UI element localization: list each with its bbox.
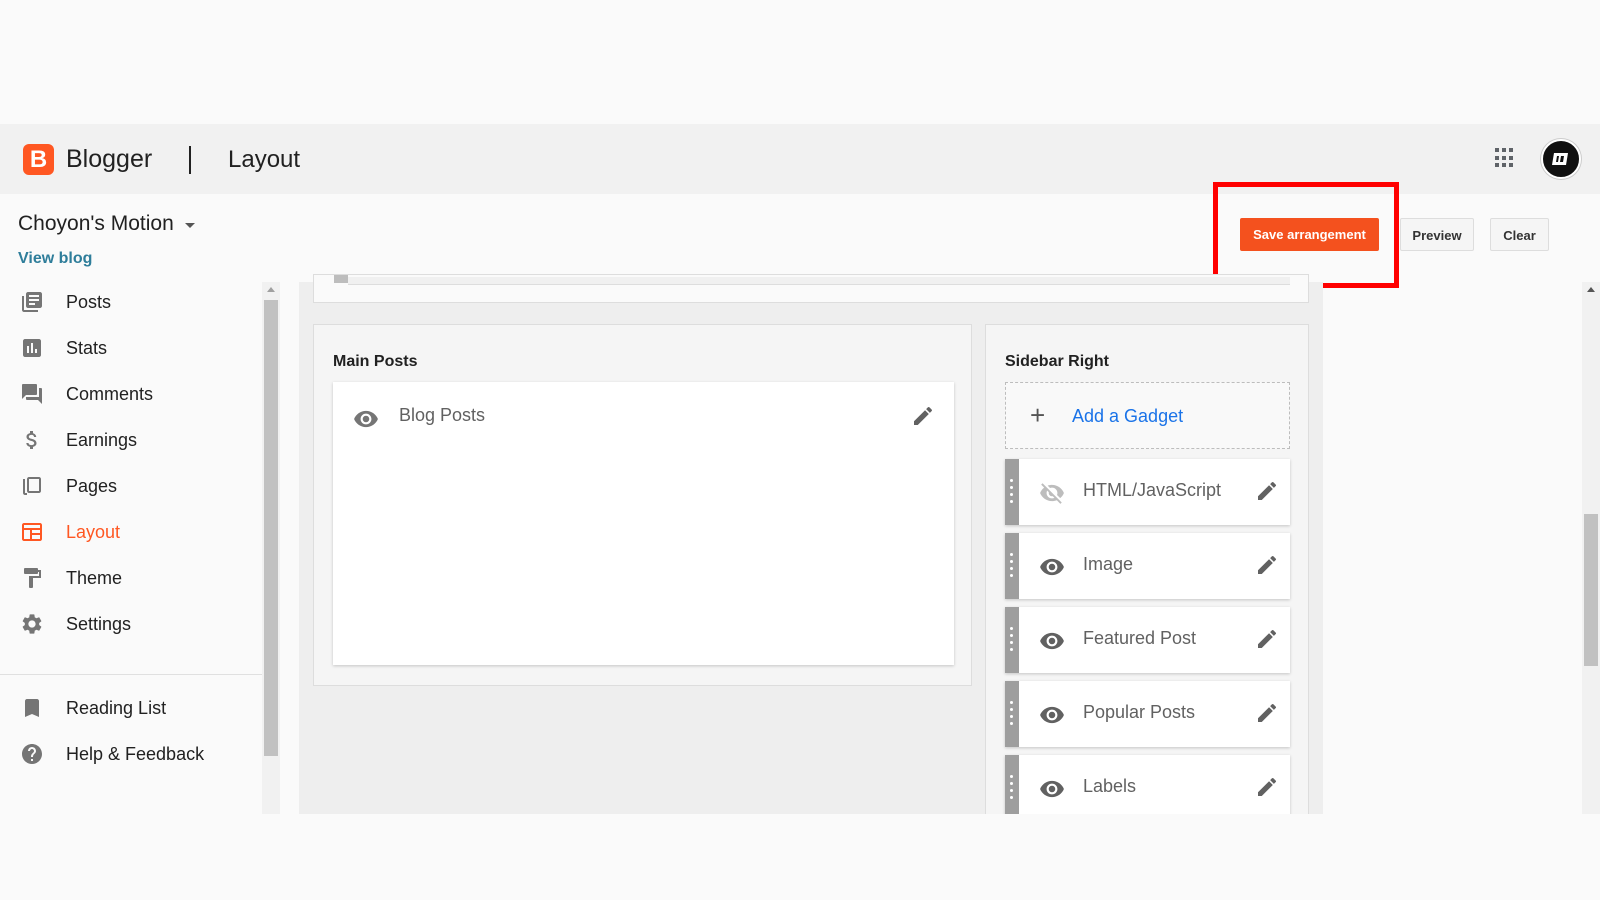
plus-icon: +: [1030, 400, 1046, 430]
bookmark-icon: [25, 699, 39, 717]
page-scrollbar[interactable]: [1582, 282, 1600, 814]
gadget-name: Blog Posts: [399, 405, 486, 425]
eye-off-icon[interactable]: [1039, 480, 1065, 506]
add-gadget-label: Add a Gadget: [1072, 406, 1184, 426]
sidebar-item-label: Earnings: [66, 430, 138, 450]
section-title: Sidebar Right: [1005, 353, 1110, 370]
sidebar-item-layout[interactable]: Layout: [0, 512, 262, 552]
sidebar-item-label: Theme: [66, 568, 123, 588]
sidebar-scrollbar[interactable]: [262, 282, 280, 814]
sidebar-item-theme[interactable]: Theme: [0, 558, 262, 598]
scrollbar-thumb[interactable]: [264, 300, 278, 756]
gadget-featured-post[interactable]: Featured Post: [1005, 607, 1290, 673]
scroll-up-arrow-icon[interactable]: [1587, 287, 1595, 292]
gear-icon: [22, 614, 42, 634]
sidebar-item-stats[interactable]: Stats: [0, 328, 262, 368]
eye-icon[interactable]: [1039, 628, 1065, 654]
gadget-image[interactable]: Image: [1005, 533, 1290, 599]
sidebar-item-help[interactable]: Help & Feedback: [0, 734, 262, 774]
sidebar-item-label: Posts: [66, 292, 112, 312]
sidebar-item-pages[interactable]: Pages: [0, 466, 262, 506]
dollar-icon: [26, 431, 37, 449]
highlight-box: [1213, 182, 1399, 288]
gadget-name: Featured Post: [1083, 628, 1197, 648]
sidebar-item-label: Pages: [66, 476, 118, 496]
preview-button[interactable]: Preview: [1400, 218, 1474, 251]
layout-icon: [22, 523, 42, 541]
apps-grid-icon[interactable]: [1495, 148, 1515, 168]
clear-button[interactable]: Clear: [1490, 218, 1549, 251]
posts-icon: [22, 292, 42, 312]
gadget-name: HTML/JavaScript: [1083, 480, 1222, 500]
eye-icon[interactable]: [1039, 702, 1065, 728]
layout-canvas: Main Posts Blog Posts Sidebar Right + Ad…: [299, 274, 1323, 824]
drag-handle[interactable]: [1005, 755, 1019, 821]
pencil-icon[interactable]: [1255, 479, 1279, 503]
add-gadget-button[interactable]: + Add a Gadget: [1005, 382, 1290, 449]
blog-selector[interactable]: Choyon's Motion: [18, 212, 174, 236]
help-icon: [22, 744, 42, 764]
main-posts-section: Main Posts Blog Posts: [313, 324, 972, 686]
view-blog-link[interactable]: View blog: [18, 250, 92, 268]
bottom-blank-area: [0, 814, 1600, 900]
stats-icon: [23, 339, 41, 357]
sidebar-right-section: Sidebar Right + Add a Gadget HTML/JavaSc…: [985, 324, 1309, 824]
drag-handle[interactable]: [334, 275, 348, 283]
paint-roller-icon: [24, 568, 41, 588]
sidebar-item-label: Reading List: [66, 698, 167, 718]
sidebar-item-comments[interactable]: Comments: [0, 374, 262, 414]
comments-icon: [22, 384, 42, 404]
gadget-name: Image: [1083, 554, 1134, 574]
gadget-popular-posts[interactable]: Popular Posts: [1005, 681, 1290, 747]
scroll-up-arrow-icon[interactable]: [267, 287, 275, 292]
pencil-icon[interactable]: [1255, 627, 1279, 651]
drag-handle[interactable]: [1005, 681, 1019, 747]
blog-posts-gadget[interactable]: Blog Posts: [333, 382, 954, 665]
gadget-html-javascript[interactable]: HTML/JavaScript: [1005, 459, 1290, 525]
drag-handle[interactable]: [1005, 533, 1019, 599]
sidebar-divider: [0, 674, 262, 675]
blogger-logo-icon[interactable]: B: [23, 144, 54, 175]
pencil-icon[interactable]: [1255, 701, 1279, 725]
sidebar-item-posts[interactable]: Posts: [0, 282, 262, 322]
brand-name[interactable]: Blogger: [66, 145, 152, 174]
header-section: [313, 274, 1309, 303]
logo-letter: B: [29, 146, 48, 173]
header-divider: [189, 146, 191, 174]
sidebar-item-settings[interactable]: Settings: [0, 604, 262, 644]
eye-icon[interactable]: [353, 406, 379, 432]
sidebar-item-earnings[interactable]: Earnings: [0, 420, 262, 460]
scrollbar-thumb[interactable]: [1584, 514, 1598, 666]
sidebar-item-label: Settings: [66, 614, 132, 634]
gadget-labels[interactable]: Labels: [1005, 755, 1290, 821]
page-title: Layout: [228, 146, 301, 173]
gadget-name: Labels: [1083, 776, 1137, 796]
avatar[interactable]: [1541, 139, 1581, 179]
pages-icon: [23, 477, 41, 495]
section-title: Main Posts: [333, 353, 418, 370]
gadget-name: Popular Posts: [1083, 702, 1196, 722]
avatar-logo-icon: [1552, 153, 1568, 165]
pencil-icon[interactable]: [1255, 553, 1279, 577]
sidebar-item-label: Comments: [66, 384, 154, 404]
blogger-layout-screen: B Blogger Layout Choyon's Motion View bl…: [0, 0, 1600, 900]
eye-icon[interactable]: [1039, 776, 1065, 802]
sidebar-item-reading-list[interactable]: Reading List: [0, 688, 262, 728]
drag-handle[interactable]: [1005, 459, 1019, 525]
eye-icon[interactable]: [1039, 554, 1065, 580]
pencil-icon[interactable]: [911, 404, 935, 428]
header-gadget[interactable]: [348, 277, 1290, 285]
sidebar-nav: Posts Stats Comments Earnings Pages Layo…: [0, 282, 262, 814]
sidebar-item-label: Layout: [66, 522, 121, 542]
sidebar-item-label: Stats: [66, 338, 108, 358]
sidebar-item-label: Help & Feedback: [66, 744, 205, 764]
drag-handle[interactable]: [1005, 607, 1019, 673]
chevron-down-icon[interactable]: [185, 223, 195, 228]
pencil-icon[interactable]: [1255, 775, 1279, 799]
